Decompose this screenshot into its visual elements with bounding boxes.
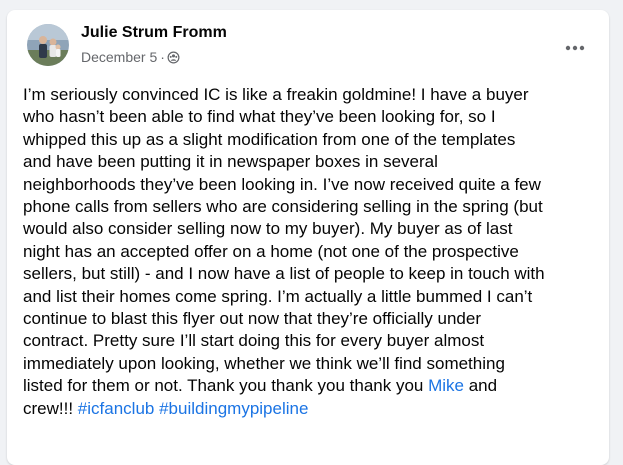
post-text-line: contract. Pretty sure I’ll start doing t… [23,331,485,351]
more-horizontal-icon [565,45,585,51]
post-text-line: crew!!! #icfanclub #buildingmypipeline [23,398,595,420]
hashtag-link[interactable]: #buildingmypipeline [159,399,308,418]
post-text-line: I’m seriously convinced IC is like a fre… [23,85,529,104]
group-icon[interactable] [167,50,181,64]
post-body: I’m seriously convinced IC is like a fre… [23,84,595,420]
post-text-line: and have been putting it in newspaper bo… [23,152,438,172]
post-text-segment: and [464,376,498,396]
post-header: Julie Strum Fromm December 5 · [23,22,595,70]
avatar-photo-icon [27,24,69,66]
post-card: Julie Strum Fromm December 5 · I’m serio… [7,10,609,465]
post-date-link[interactable]: December 5 [81,49,157,65]
more-options-button[interactable] [557,30,593,66]
post-text-line: sellers, but still) - and I now have a l… [23,264,545,284]
post-text-line: night has an accepted offer on a home (n… [23,241,519,261]
mention-link[interactable]: Mike [428,376,464,395]
post-text-line: listed for them or not. Thank you thank … [23,375,595,397]
post-text-line: would also consider selling now to my bu… [23,219,513,239]
post-text-line: immediately upon looking, whether we thi… [23,353,505,373]
meta-separator: · [160,49,165,65]
post-text-line: and list their homes come spring. I’m ac… [23,286,533,306]
post-text-line: continue to blast this flyer out now tha… [23,309,481,329]
post-text-line: neighborhoods they’ve been looking in. I… [23,174,541,194]
post-meta: December 5 · [81,49,181,65]
post-text-segment: crew!!! [23,398,78,418]
post-text-segment: listed for them or not. Thank you thank … [23,376,429,396]
post-text-line: phone calls from sellers who are conside… [23,197,543,217]
post-text-line: who hasn’t been able to find what they’v… [23,107,496,127]
post-author-name[interactable]: Julie Strum Fromm [81,24,227,42]
hashtag-link[interactable]: #icfanclub [78,399,155,418]
post-text-line: whipped this up as a slight modification… [23,129,516,149]
avatar[interactable] [27,24,69,66]
